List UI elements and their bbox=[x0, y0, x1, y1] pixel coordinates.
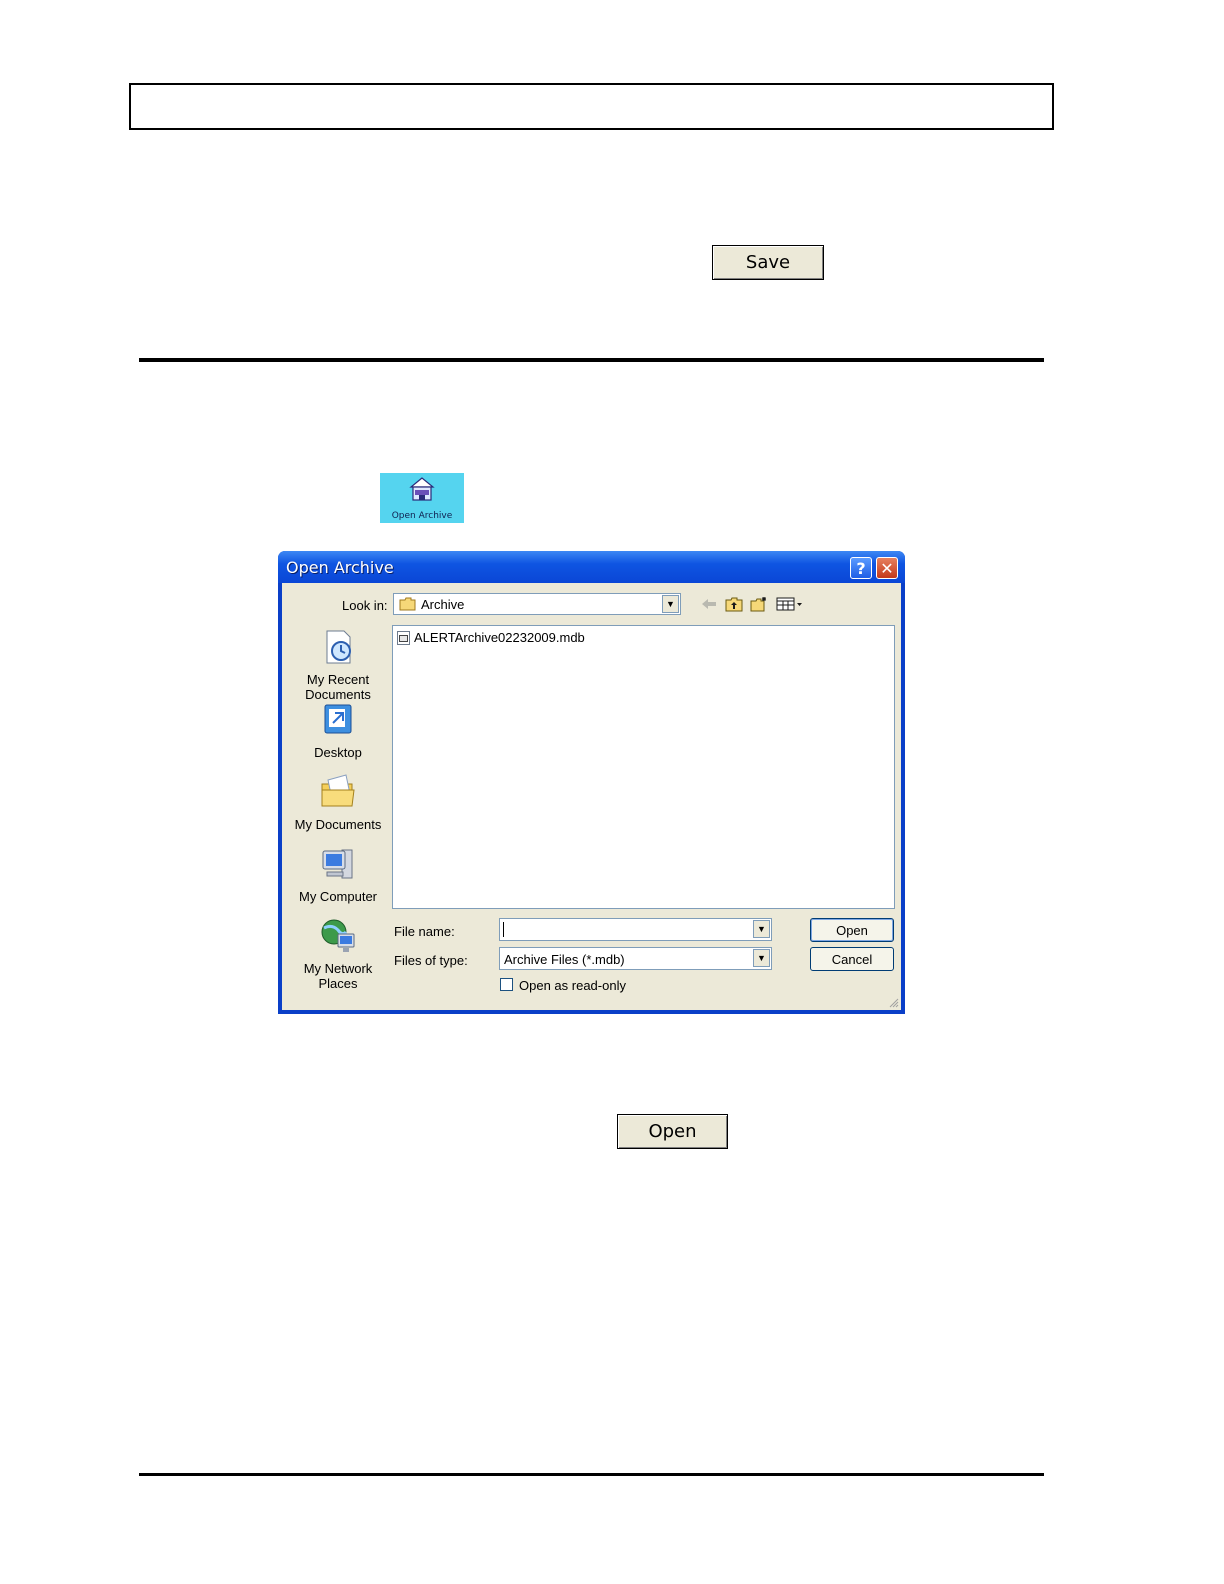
footer-divider bbox=[139, 1473, 1044, 1476]
up-folder-button[interactable] bbox=[723, 594, 745, 614]
place-my-computer[interactable]: My Computer bbox=[290, 844, 386, 904]
new-folder-button[interactable] bbox=[748, 594, 770, 614]
place-label: My Documents bbox=[294, 817, 382, 832]
view-menu-button[interactable] bbox=[775, 594, 805, 614]
file-name-input[interactable]: ▼ bbox=[499, 918, 772, 941]
database-file-icon bbox=[397, 630, 410, 645]
dialog-cancel-button[interactable]: Cancel bbox=[810, 947, 894, 971]
page-header-box bbox=[129, 83, 1054, 130]
resize-grip-icon[interactable] bbox=[887, 996, 899, 1008]
file-name: ALERTArchive02232009.mdb bbox=[414, 630, 585, 645]
place-label: My Computer bbox=[298, 889, 378, 904]
up-folder-icon bbox=[725, 597, 743, 611]
close-icon: ✕ bbox=[880, 558, 894, 578]
dialog-body: Look in: Archive ▼ My Recent Documents D… bbox=[282, 583, 901, 1010]
dialog-title: Open Archive bbox=[286, 558, 394, 577]
dialog-open-button[interactable]: Open bbox=[810, 918, 894, 942]
my-documents-icon bbox=[321, 774, 355, 807]
place-label: My Recent bbox=[306, 672, 370, 687]
my-computer-icon bbox=[322, 849, 353, 879]
help-icon: ? bbox=[856, 558, 866, 578]
back-button[interactable] bbox=[698, 594, 720, 614]
place-label: Places bbox=[318, 976, 358, 991]
place-desktop[interactable]: Desktop bbox=[290, 700, 386, 760]
look-in-label: Look in: bbox=[342, 598, 388, 613]
chevron-down-icon[interactable]: ▼ bbox=[662, 595, 679, 613]
place-label: Desktop bbox=[314, 745, 362, 760]
chevron-down-icon[interactable]: ▼ bbox=[753, 949, 770, 967]
file-list[interactable]: ALERTArchive02232009.mdb bbox=[392, 625, 895, 909]
toolbar-icon-label: Open Archive bbox=[391, 511, 453, 521]
look-in-dropdown[interactable]: Archive ▼ bbox=[393, 593, 681, 615]
chevron-down-icon[interactable]: ▼ bbox=[753, 920, 770, 938]
dialog-titlebar[interactable]: Open Archive ? ✕ bbox=[278, 551, 905, 583]
place-my-recent-documents[interactable]: My Recent Documents bbox=[290, 627, 386, 702]
files-of-type-dropdown[interactable]: Archive Files (*.mdb) ▼ bbox=[499, 947, 772, 970]
back-arrow-icon bbox=[702, 599, 716, 609]
folder-icon bbox=[399, 597, 416, 611]
network-places-icon bbox=[321, 919, 355, 952]
open-archive-toolbar-button[interactable]: Open Archive bbox=[380, 473, 464, 523]
help-button[interactable]: ? bbox=[850, 557, 872, 579]
open-button[interactable]: Open bbox=[617, 1114, 728, 1149]
list-item[interactable]: ALERTArchive02232009.mdb bbox=[397, 630, 585, 645]
look-in-value: Archive bbox=[421, 597, 465, 612]
place-label: My Network bbox=[303, 961, 373, 976]
file-name-label: File name: bbox=[394, 924, 455, 939]
recent-documents-icon bbox=[326, 630, 351, 664]
section-divider bbox=[139, 358, 1044, 362]
read-only-checkbox[interactable] bbox=[500, 978, 513, 991]
files-of-type-label: Files of type: bbox=[394, 953, 468, 968]
place-my-network-places[interactable]: My Network Places bbox=[290, 916, 386, 991]
open-archive-dialog: Open Archive ? ✕ Look in: Archive ▼ My R… bbox=[278, 551, 905, 1014]
save-button[interactable]: Save bbox=[712, 245, 824, 280]
archive-house-icon bbox=[409, 477, 435, 501]
place-my-documents[interactable]: My Documents bbox=[290, 772, 386, 832]
view-menu-icon bbox=[776, 597, 802, 611]
desktop-icon bbox=[324, 704, 352, 734]
new-folder-icon bbox=[750, 597, 766, 612]
text-caret bbox=[503, 922, 504, 937]
files-of-type-value: Archive Files (*.mdb) bbox=[504, 952, 625, 967]
close-button[interactable]: ✕ bbox=[876, 557, 898, 579]
read-only-label[interactable]: Open as read-only bbox=[519, 978, 626, 993]
